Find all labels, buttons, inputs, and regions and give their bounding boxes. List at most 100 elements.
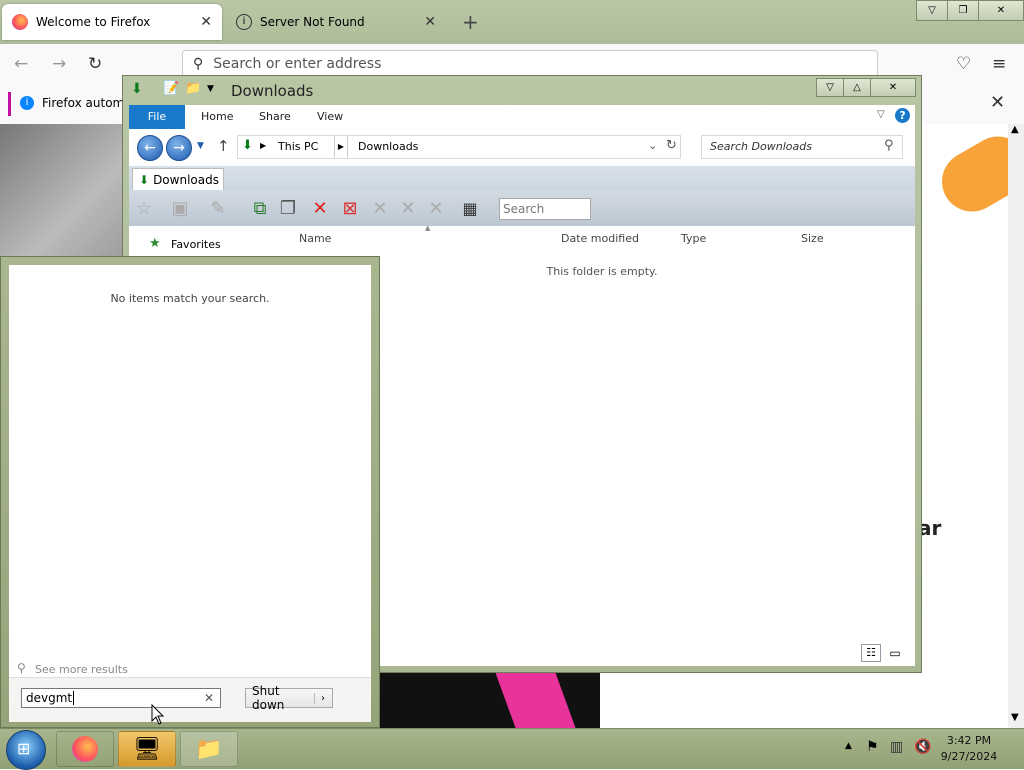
tab-server-not-found[interactable]: i Server Not Found ✕ xyxy=(226,4,446,40)
folder-icon[interactable]: 📁 xyxy=(185,81,201,96)
tab-downloads[interactable]: ⬇ Downloads xyxy=(132,168,224,190)
info-icon: i xyxy=(236,14,252,30)
tab-welcome-to-firefox[interactable]: Welcome to Firefox ✕ xyxy=(2,4,222,40)
scroll-down-icon[interactable]: ▼ xyxy=(1011,712,1019,723)
close-icon[interactable]: ✕ xyxy=(424,14,436,30)
column-size[interactable]: Size xyxy=(801,232,824,245)
explorer-toolbar: ☆ ▣ ✎ ⧉ ❐ ✕ ⊠ ✕ ✕ ✕ ▦ Search xyxy=(129,190,915,226)
close-icon[interactable]: ✕ xyxy=(200,14,212,30)
tab-file[interactable]: File xyxy=(129,105,185,129)
breadcrumb-this-pc[interactable]: This PC xyxy=(278,140,318,153)
close-icon[interactable]: ✕ xyxy=(990,92,1005,113)
vertical-scrollbar[interactable]: ▲ ▼ xyxy=(1008,124,1024,728)
windows-logo-icon: ⊞ xyxy=(17,739,31,758)
url-bar[interactable]: ⚲ Search or enter address xyxy=(182,50,878,78)
toolbar-search-input[interactable]: Search xyxy=(499,198,591,220)
url-placeholder: Search or enter address xyxy=(213,56,382,72)
pocket-icon[interactable]: ♡ xyxy=(956,54,971,74)
forward-arrow-icon[interactable]: → xyxy=(52,54,66,74)
cut-icon[interactable]: ✕ xyxy=(369,198,391,220)
start-button[interactable]: ⊞ xyxy=(6,730,46,770)
properties-icon[interactable]: 📝 xyxy=(163,81,179,96)
refresh-icon[interactable]: ↻ xyxy=(666,138,677,153)
volume-muted-icon[interactable]: 🔇 xyxy=(914,739,931,755)
tab-label: Server Not Found xyxy=(260,15,365,29)
pen-icon[interactable]: ✎ xyxy=(207,198,229,220)
help-icon[interactable]: ? xyxy=(895,108,910,123)
empty-folder-message: This folder is empty. xyxy=(546,265,658,278)
window-controls: ▽ ❐ ✕ xyxy=(916,0,1024,21)
back-arrow-icon[interactable]: ← xyxy=(137,135,163,161)
reload-icon[interactable]: ↻ xyxy=(88,54,102,74)
close-icon[interactable]: ✕ xyxy=(978,0,1024,21)
delete-permanent-icon[interactable]: ⊠ xyxy=(339,198,361,220)
column-name[interactable]: Name xyxy=(299,232,331,245)
chevron-up-icon[interactable]: ▲ xyxy=(845,741,852,751)
chevron-down-icon[interactable]: ▼ xyxy=(207,84,214,94)
tab-view[interactable]: View xyxy=(317,105,343,129)
start-search-row: devgmt ✕ Shut down › xyxy=(9,677,371,722)
search-placeholder: Search Downloads xyxy=(710,140,812,153)
firefox-tab-bar: Welcome to Firefox ✕ i Server Not Found … xyxy=(0,0,1024,44)
chevron-down-icon[interactable]: ⌄ xyxy=(648,139,657,152)
column-date-modified[interactable]: Date modified xyxy=(561,232,639,245)
tab-home[interactable]: Home xyxy=(201,105,233,129)
tab-share[interactable]: Share xyxy=(259,105,291,129)
taskbar-firefox[interactable] xyxy=(56,731,114,767)
taskbar-explorer[interactable]: 📁 xyxy=(180,731,238,767)
minimize-icon[interactable]: ▽ xyxy=(916,0,948,21)
address-bar[interactable]: ⬇ ▶ This PC ▶ Downloads ⌄ ↻ xyxy=(237,135,681,159)
sort-arrow-icon: ▲ xyxy=(425,224,431,232)
forward-arrow-icon[interactable]: → xyxy=(166,135,192,161)
chevron-down-icon[interactable]: ▽ xyxy=(877,109,885,120)
new-tab-icon[interactable]: + xyxy=(462,10,479,34)
breadcrumb-downloads[interactable]: Downloads xyxy=(358,140,418,153)
chevron-right-icon[interactable]: › xyxy=(314,692,325,704)
delete-icon[interactable]: ✕ xyxy=(309,198,331,220)
shutdown-button[interactable]: Shut down › xyxy=(245,684,333,712)
scroll-up-icon[interactable]: ▲ xyxy=(1011,124,1019,135)
download-icon: ⬇ xyxy=(139,172,150,187)
computer-icon: 🖥 xyxy=(133,736,161,762)
info-icon: i xyxy=(20,96,34,110)
maximize-icon[interactable]: △ xyxy=(843,78,871,97)
column-type[interactable]: Type xyxy=(681,232,706,245)
view-options-icon[interactable]: ▦ xyxy=(459,198,481,220)
flag-icon[interactable]: ⚑ xyxy=(866,739,879,755)
undo-icon[interactable]: ✕ xyxy=(397,198,419,220)
redo-icon[interactable]: ✕ xyxy=(425,198,447,220)
no-results-message: No items match your search. xyxy=(110,292,270,305)
search-downloads-input[interactable]: Search Downloads ⚲ xyxy=(701,135,903,159)
star-icon[interactable]: ☆ xyxy=(133,198,155,220)
chevron-right-icon[interactable]: ▶ xyxy=(260,141,266,150)
up-arrow-icon[interactable]: ↑ xyxy=(217,137,230,155)
see-more-results-link[interactable]: See more results xyxy=(35,663,128,676)
nav-favorites[interactable]: Favorites xyxy=(171,238,221,251)
copy-to-icon[interactable]: ⧉ xyxy=(249,198,271,220)
restore-icon[interactable]: ❐ xyxy=(947,0,979,21)
move-to-icon[interactable]: ❐ xyxy=(277,198,299,220)
chevron-down-icon[interactable]: ▼ xyxy=(197,141,204,151)
clock[interactable]: 3:42 PM 9/27/2024 xyxy=(934,733,1004,765)
network-icon[interactable]: ▥ xyxy=(890,739,903,755)
ribbon-tabs: File Home Share View ▽ ? xyxy=(129,105,915,130)
explorer-window-controls: ▽ △ ✕ xyxy=(816,78,916,97)
properties-icon[interactable]: ▣ xyxy=(169,198,191,220)
start-search-input[interactable]: devgmt ✕ xyxy=(21,688,221,708)
chevron-right-icon[interactable]: ▶ xyxy=(334,136,348,158)
close-icon[interactable]: ✕ xyxy=(870,78,916,97)
clock-time: 3:42 PM xyxy=(946,734,992,747)
download-icon: ⬇ xyxy=(242,138,253,153)
back-arrow-icon[interactable]: ← xyxy=(14,54,28,74)
large-icons-view-icon[interactable]: ▭ xyxy=(885,644,905,662)
folder-tab-strip: ⬇ Downloads xyxy=(129,166,915,190)
details-view-icon[interactable]: ☷ xyxy=(861,644,881,662)
clock-date: 9/27/2024 xyxy=(940,750,998,763)
window-title: Downloads xyxy=(231,82,314,100)
tab-label: Downloads xyxy=(153,172,219,187)
clear-search-icon[interactable]: ✕ xyxy=(204,689,214,707)
menu-icon[interactable]: ≡ xyxy=(992,54,1006,74)
taskbar-control-panel[interactable]: 🖥 xyxy=(118,731,176,767)
orange-swoosh xyxy=(931,125,1008,223)
minimize-icon[interactable]: ▽ xyxy=(816,78,844,97)
